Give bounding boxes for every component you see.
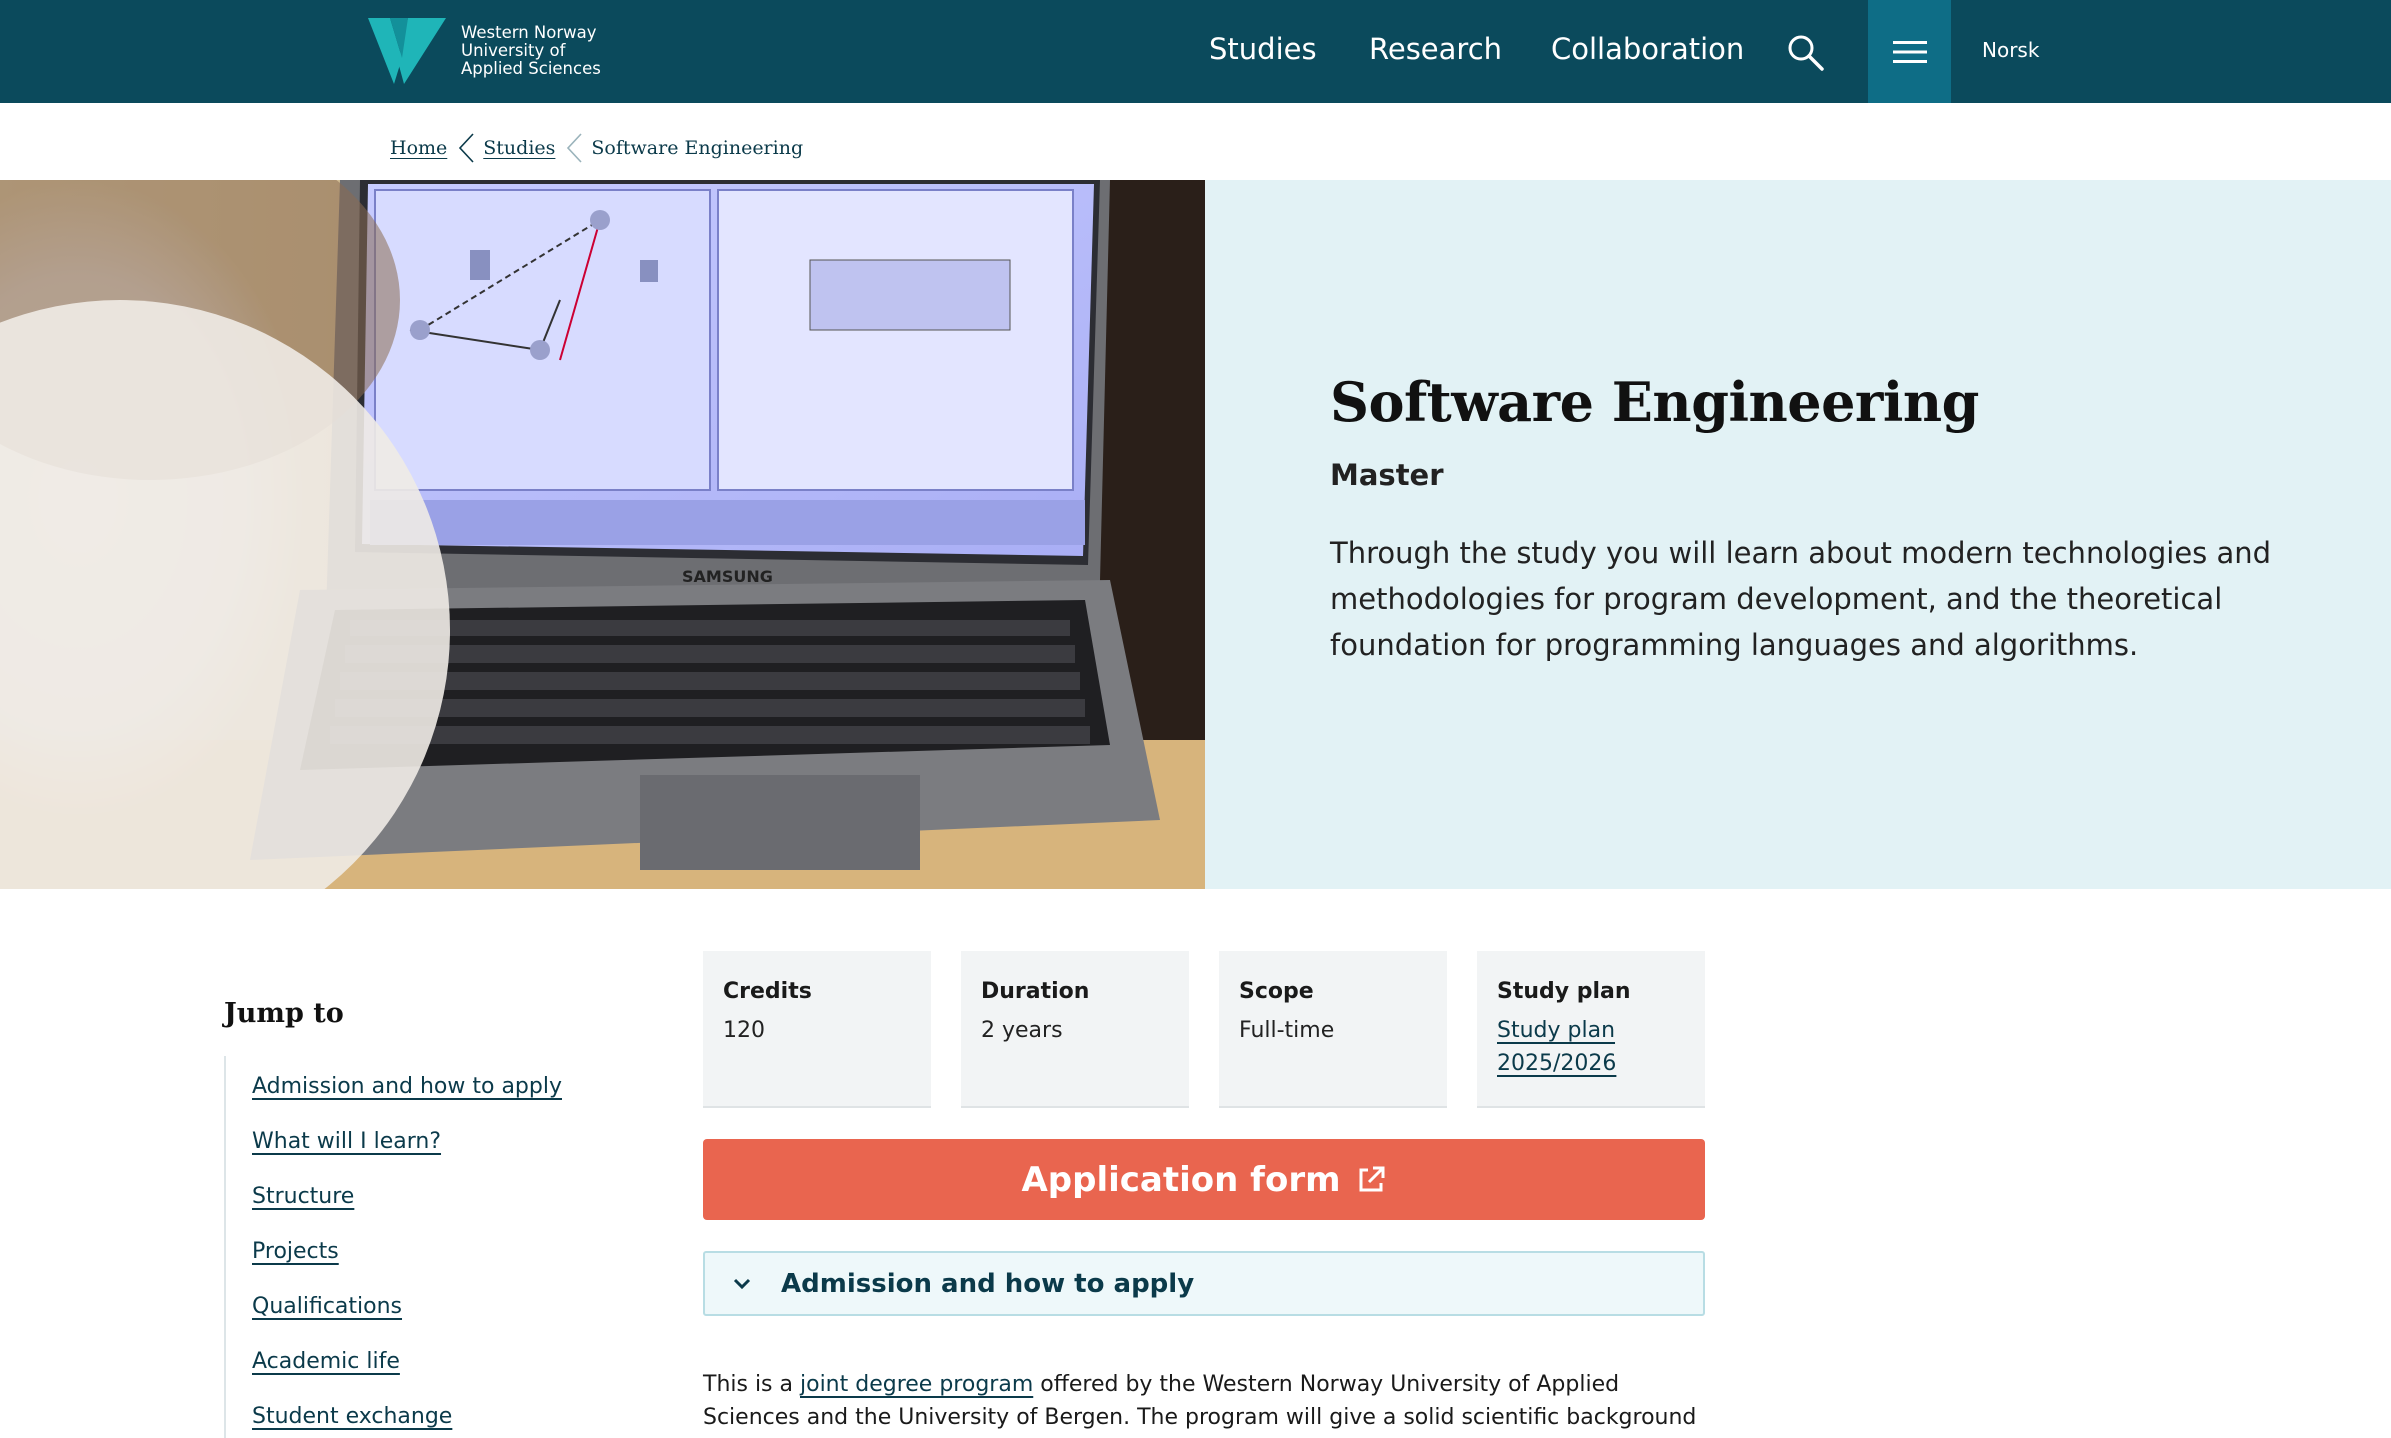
search-icon[interactable]	[1786, 33, 1826, 73]
logo-line: Applied Sciences	[461, 59, 601, 78]
accordion-label: Admission and how to apply	[781, 1268, 1195, 1299]
fact-value: 2 years	[981, 1018, 1063, 1043]
menu-button[interactable]	[1868, 0, 1951, 103]
fact-label: Study plan	[1497, 979, 1631, 1004]
language-switch[interactable]: Norsk	[1982, 38, 2039, 62]
page-title: Software Engineering	[1330, 370, 1979, 434]
jump-to-list: Admission and how to apply What will I l…	[224, 1056, 604, 1438]
fact-study-plan: Study plan Study plan 2025/2026	[1477, 951, 1705, 1108]
jump-link-structure[interactable]: Structure	[252, 1184, 354, 1209]
jump-link-admission[interactable]: Admission and how to apply	[252, 1074, 562, 1099]
chevron-left-icon	[459, 133, 474, 163]
jump-link-academic-life[interactable]: Academic life	[252, 1349, 400, 1374]
jump-link-student-exchange[interactable]: Student exchange	[252, 1404, 452, 1429]
laptop-brand-text: SAMSUNG	[682, 567, 773, 586]
hamburger-menu-icon	[1892, 40, 1927, 63]
breadcrumb-home[interactable]: Home	[390, 137, 447, 159]
jump-to-title: Jump to	[224, 998, 344, 1029]
breadcrumb-studies[interactable]: Studies	[483, 137, 555, 159]
fact-value: Study plan 2025/2026	[1497, 1014, 1627, 1080]
logo-text: Western Norway University of Applied Sci…	[461, 24, 601, 78]
logo-line: Western Norway	[461, 23, 597, 42]
fact-scope: Scope Full-time	[1219, 951, 1447, 1108]
jump-link-learn[interactable]: What will I learn?	[252, 1129, 441, 1154]
laptop-photo: SAMSUNG	[0, 180, 1205, 889]
chevron-down-icon	[733, 1278, 751, 1289]
logo-mark-icon	[368, 18, 446, 84]
jump-link-qualifications[interactable]: Qualifications	[252, 1294, 402, 1319]
study-plan-link[interactable]: Study plan 2025/2026	[1497, 1018, 1616, 1076]
breadcrumb: Home Studies Software Engineering	[390, 132, 803, 164]
jump-link-projects[interactable]: Projects	[252, 1239, 339, 1264]
hero-panel: Software Engineering Master Through the …	[1205, 180, 2391, 889]
site-header: Western Norway University of Applied Sci…	[0, 0, 2391, 103]
accordion-admission[interactable]: Admission and how to apply	[703, 1251, 1705, 1316]
application-form-label: Application form	[1021, 1159, 1341, 1200]
fact-duration: Duration 2 years	[961, 951, 1189, 1108]
fact-credits: Credits 120	[703, 951, 931, 1108]
logo-line: University of	[461, 41, 566, 60]
joint-degree-link[interactable]: joint degree program	[800, 1372, 1033, 1397]
fact-label: Scope	[1239, 979, 1314, 1004]
external-link-icon	[1359, 1166, 1385, 1191]
fact-label: Duration	[981, 979, 1090, 1004]
nav-studies[interactable]: Studies	[1209, 32, 1317, 66]
application-form-button[interactable]: Application form	[703, 1139, 1705, 1220]
university-logo[interactable]: Western Norway University of Applied Sci…	[368, 18, 601, 84]
fact-value: Full-time	[1239, 1018, 1335, 1043]
intro-prefix: This is a	[703, 1372, 800, 1397]
nav-research[interactable]: Research	[1369, 32, 1502, 66]
degree-level: Master	[1330, 458, 1444, 492]
program-description: Through the study you will learn about m…	[1330, 536, 2272, 662]
fact-value: 120	[723, 1018, 765, 1043]
chevron-left-icon	[567, 133, 582, 163]
fact-label: Credits	[723, 979, 812, 1004]
intro-paragraph: This is a joint degree program offered b…	[703, 1368, 1713, 1434]
breadcrumb-current: Software Engineering	[591, 137, 804, 159]
hero-image: SAMSUNG	[0, 180, 1205, 889]
nav-collaboration[interactable]: Collaboration	[1551, 32, 1744, 66]
